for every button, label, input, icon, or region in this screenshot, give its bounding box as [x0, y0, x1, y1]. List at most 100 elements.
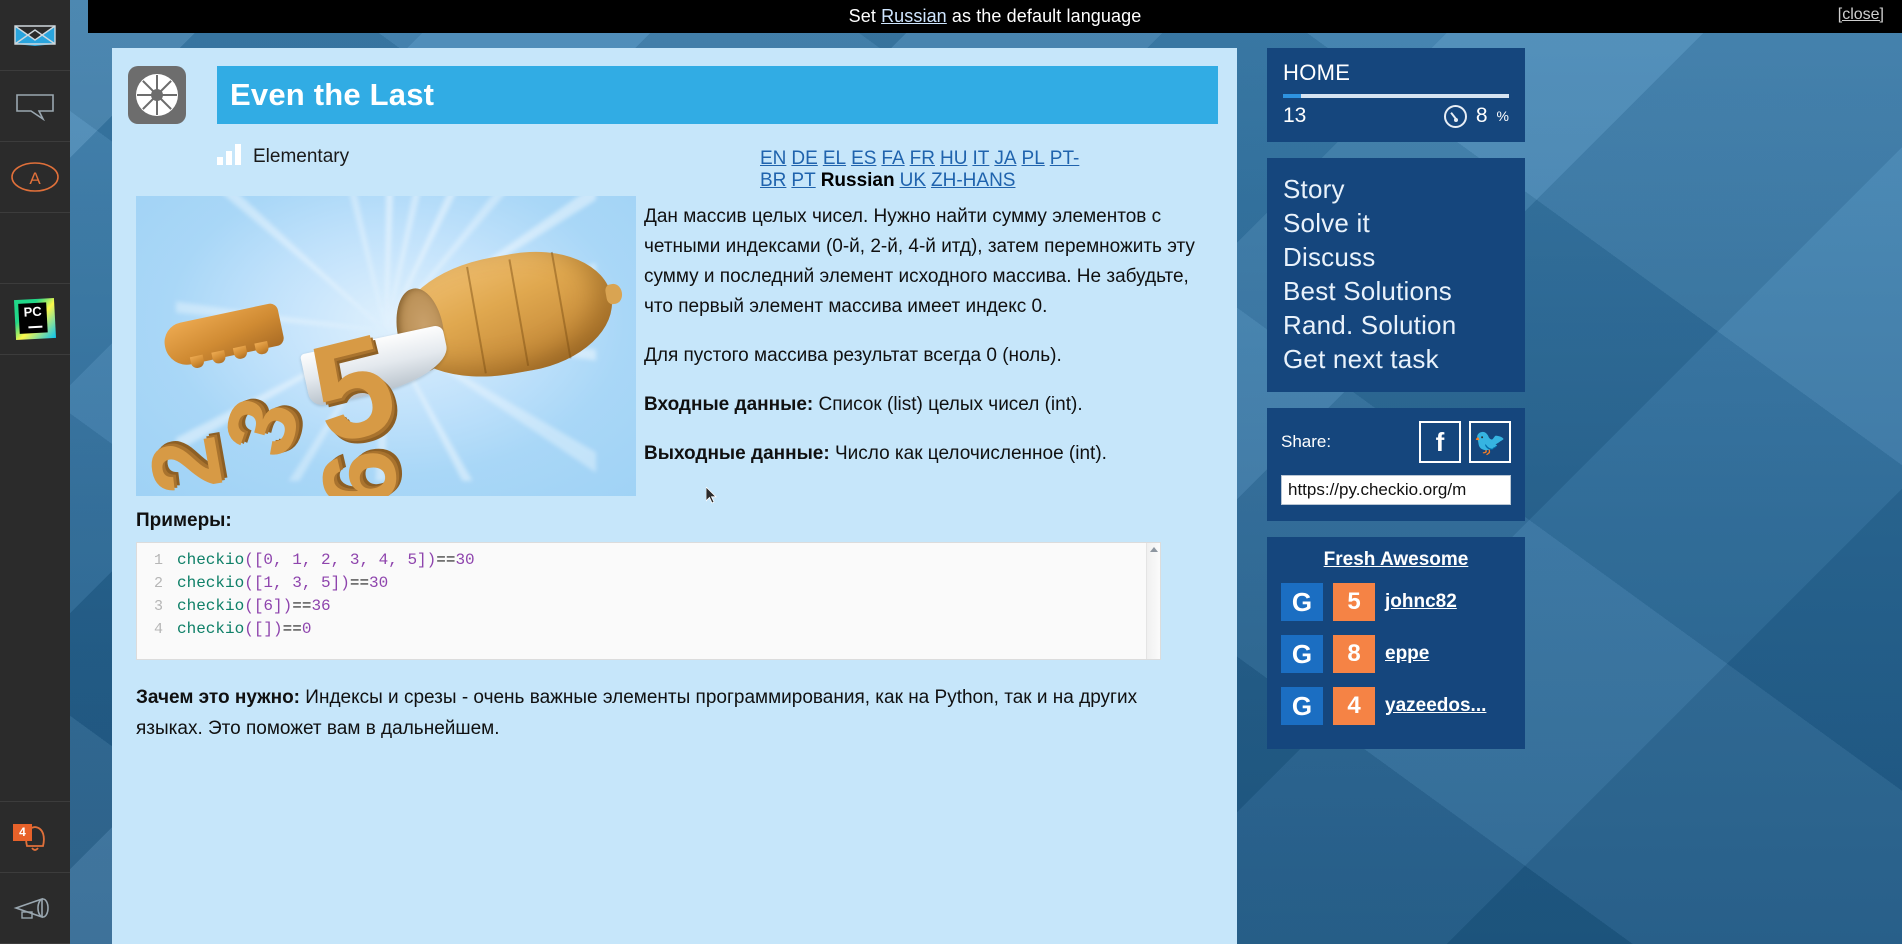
twitter-icon[interactable]: 🐦	[1469, 421, 1511, 463]
examples-label: Примеры:	[136, 510, 232, 531]
nav-item-story[interactable]: Story	[1283, 172, 1509, 206]
dock-item-notifications[interactable]: 4	[0, 802, 70, 873]
svg-text:A: A	[29, 169, 41, 188]
output-spec: Выходные данные: Число как целочисленное…	[644, 439, 1209, 469]
home-percent: 8	[1475, 104, 1488, 127]
list-item: G 4 yazeedos...	[1281, 687, 1511, 725]
lang-fr[interactable]: FR	[910, 148, 935, 169]
user-link[interactable]: yazeedos...	[1385, 695, 1486, 717]
code-result: 0	[301, 620, 312, 638]
lang-en[interactable]: EN	[760, 148, 786, 169]
share-panel: Share: f 🐦	[1267, 408, 1525, 521]
code-op: ==	[292, 597, 312, 615]
line-number: 3	[153, 598, 163, 615]
share-url-input[interactable]	[1281, 475, 1511, 505]
close-notification-button[interactable]: [close]	[1838, 6, 1884, 24]
nav-item-discuss[interactable]: Discuss	[1283, 240, 1509, 274]
lang-el[interactable]: EL	[823, 148, 846, 169]
lang-it[interactable]: IT	[972, 148, 989, 169]
dock-spacer	[0, 355, 70, 802]
lang-zh-hans[interactable]: ZH-HANS	[931, 170, 1015, 191]
task-nav-panel: Story Solve it Discuss Best Solutions Ra…	[1267, 158, 1525, 392]
megaphone-icon	[13, 897, 49, 919]
lang-pl[interactable]: PL	[1022, 148, 1045, 169]
input-spec: Входные данные: Список (list) целых чисе…	[644, 390, 1209, 420]
difficulty-indicator: Elementary	[217, 144, 349, 168]
code-fn: checkio	[177, 574, 245, 592]
list-item: G 5 johnc82	[1281, 583, 1511, 621]
input-label: Входные данные:	[644, 394, 814, 415]
dock-item-avatar[interactable]: A	[0, 142, 70, 213]
right-sidebar: HOME 13 8 % Story Solve it Discuss Best …	[1267, 48, 1525, 765]
lang-uk[interactable]: UK	[900, 170, 926, 191]
illustration-digit-6: 6	[300, 445, 421, 496]
description-paragraph-2: Для пустого массива результат всегда 0 (…	[644, 345, 1062, 366]
share-buttons: f 🐦	[1419, 421, 1511, 463]
scroll-up-icon[interactable]	[1150, 547, 1158, 552]
nav-item-rand-solution[interactable]: Rand. Solution	[1283, 308, 1509, 342]
solution-icon[interactable]: G	[1281, 583, 1323, 621]
code-scrollbar[interactable]	[1146, 543, 1160, 659]
examples-code-block[interactable]: 1 checkio ([0, 1, 2, 3, 4, 5]) == 30 2 chec…	[136, 542, 1161, 660]
output-text: Число как целочисленное (int).	[829, 443, 1107, 464]
lang-hu[interactable]: HU	[940, 148, 967, 169]
vote-count-badge: 5	[1333, 583, 1375, 621]
dock-item-announcements[interactable]	[0, 873, 70, 944]
why-label: Зачем это нужно:	[136, 687, 301, 708]
home-percent-group: 8 %	[1443, 104, 1509, 128]
solution-icon[interactable]: G	[1281, 687, 1323, 725]
notification-message: Set Russian as the default language	[849, 6, 1142, 27]
task-title-row: Even the Last	[112, 48, 1237, 138]
notification-suffix: as the default language	[946, 6, 1142, 26]
output-label: Выходные данные:	[644, 443, 830, 464]
task-title-bar: Even the Last	[217, 66, 1218, 124]
fresh-awesome-title[interactable]: Fresh Awesome	[1281, 549, 1511, 571]
home-panel: HOME 13 8 %	[1267, 48, 1525, 142]
lang-ja[interactable]: JA	[994, 148, 1016, 169]
mouse-cursor	[706, 487, 717, 504]
solution-icon[interactable]: G	[1281, 635, 1323, 673]
wheel-icon	[136, 74, 178, 116]
code-line: 4 checkio([]) == 0	[137, 620, 1160, 643]
dock-item-mail[interactable]	[0, 0, 70, 71]
home-percent-symbol: %	[1496, 108, 1509, 124]
line-number: 2	[153, 575, 163, 592]
notification-bar: Set Russian as the default language [clo…	[88, 0, 1902, 33]
avatar-icon: A	[11, 162, 59, 192]
user-link[interactable]: eppe	[1385, 643, 1429, 665]
lang-fa[interactable]: FA	[881, 148, 904, 169]
language-switcher: EN DE EL ES FA FR HU IT JA PL PT-BR PT Russian UK ZH-H…	[760, 148, 1227, 192]
notification-badge: 4	[13, 824, 32, 841]
notification-prefix: Set	[848, 6, 882, 26]
dock-item-chat[interactable]	[0, 71, 70, 142]
task-meta-row: Elementary EN DE EL ES FA FR HU IT JA PL PT-BR PT Ru…	[112, 138, 1237, 192]
lang-pt[interactable]: PT	[791, 170, 815, 191]
nav-item-solve-it[interactable]: Solve it	[1283, 206, 1509, 240]
code-args: ([])	[244, 620, 283, 638]
user-link[interactable]: johnc82	[1385, 591, 1457, 613]
lang-current-russian: Russian	[820, 170, 895, 191]
line-number: 1	[153, 552, 163, 569]
code-args: ([6])	[244, 597, 293, 615]
task-illustration: 5 3 2 6	[136, 196, 636, 496]
nav-item-get-next-task[interactable]: Get next task	[1283, 342, 1509, 376]
line-number: 4	[153, 621, 163, 638]
app-root: A PC 4 Set Russian as the default langua…	[0, 0, 1902, 944]
home-progress-bar	[1283, 94, 1509, 98]
mail-icon	[14, 25, 56, 46]
dock-item-pycharm[interactable]: PC	[0, 284, 70, 355]
code-op: ==	[282, 620, 302, 638]
lang-de[interactable]: DE	[791, 148, 817, 169]
facebook-icon[interactable]: f	[1419, 421, 1461, 463]
code-result: 30	[369, 574, 389, 592]
illustration-digit-2: 2	[136, 429, 244, 496]
lang-es[interactable]: ES	[851, 148, 876, 169]
set-language-link[interactable]: Russian	[881, 6, 947, 26]
nav-item-best-solutions[interactable]: Best Solutions	[1283, 274, 1509, 308]
speedometer-icon	[1443, 104, 1467, 128]
home-progress-fill	[1283, 94, 1302, 98]
home-title: HOME	[1283, 60, 1351, 85]
fresh-awesome-panel: Fresh Awesome G 5 johnc82 G 8 eppe G 4 y…	[1267, 537, 1525, 749]
code-line: 2 checkio ([1, 3, 5]) == 30	[137, 574, 1160, 597]
why-section: Зачем это нужно: Индексы и срезы - очень…	[136, 682, 1156, 744]
